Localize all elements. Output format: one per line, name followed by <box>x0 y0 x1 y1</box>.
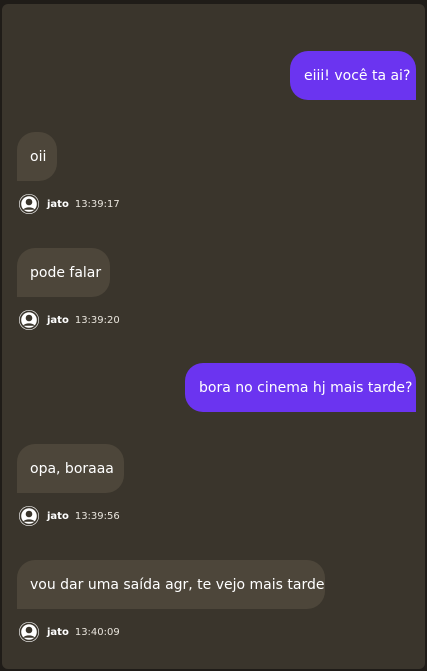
message-author: jato <box>47 510 69 522</box>
message-timestamp: 13:39:56 <box>74 510 120 522</box>
message-meta: jato 13:40:09 <box>19 621 120 643</box>
user-avatar-icon[interactable] <box>19 506 39 526</box>
chat-panel: eiii! você ta ai? oii jato 13:39:17 pode… <box>2 4 425 669</box>
message-meta: jato 13:39:20 <box>19 309 120 331</box>
message-meta: jato 13:39:17 <box>19 193 120 215</box>
message-text: oii <box>30 148 47 165</box>
incoming-message-bubble: vou dar uma saída agr, te vejo mais tard… <box>17 560 325 609</box>
incoming-message-bubble: opa, boraaa <box>17 444 124 493</box>
outgoing-message-bubble: bora no cinema hj mais tarde? <box>185 363 416 412</box>
message-text: opa, boraaa <box>30 460 114 477</box>
incoming-message-bubble: oii <box>17 132 57 181</box>
incoming-message-bubble: pode falar <box>17 248 110 297</box>
user-avatar-icon[interactable] <box>19 310 39 330</box>
message-author: jato <box>47 626 69 638</box>
message-meta: jato 13:39:56 <box>19 505 120 527</box>
message-text: bora no cinema hj mais tarde? <box>199 379 413 396</box>
message-author: jato <box>47 198 69 210</box>
message-author: jato <box>47 314 69 326</box>
message-timestamp: 13:39:20 <box>74 314 120 326</box>
user-avatar-icon[interactable] <box>19 622 39 642</box>
user-avatar-icon[interactable] <box>19 194 39 214</box>
message-text: pode falar <box>30 264 102 281</box>
outgoing-message-bubble: eiii! você ta ai? <box>290 51 416 100</box>
message-timestamp: 13:39:17 <box>74 198 120 210</box>
message-timestamp: 13:40:09 <box>74 626 120 638</box>
message-text: eiii! você ta ai? <box>304 67 411 84</box>
message-text: vou dar uma saída agr, te vejo mais tard… <box>30 576 325 593</box>
